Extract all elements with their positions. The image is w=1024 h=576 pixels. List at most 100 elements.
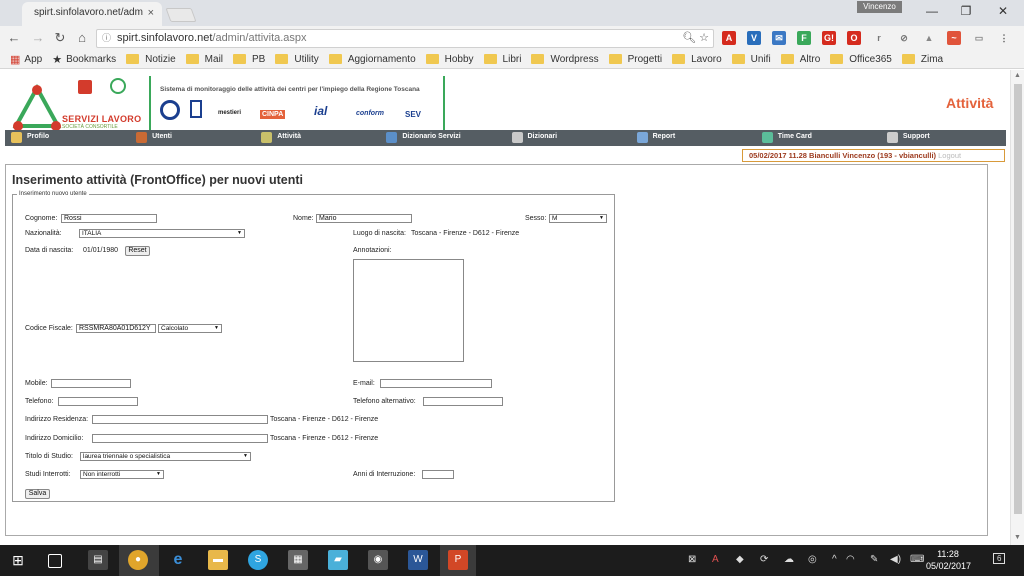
bookmark-pb[interactable]: PB xyxy=(233,54,265,65)
menu-item-dizionari[interactable]: Dizionari xyxy=(506,130,631,146)
menu-item-support[interactable]: Support xyxy=(881,130,1006,146)
f-icon[interactable]: F xyxy=(797,31,811,45)
bookmark-mail[interactable]: Mail xyxy=(185,54,223,65)
menu-icon[interactable]: ⋮ xyxy=(997,31,1011,45)
menu-item-dizionario-servizi[interactable]: Dizionario Servizi xyxy=(380,130,505,146)
tray-app-icon[interactable]: ⊠ xyxy=(688,554,696,565)
studi-interrotti-select[interactable]: Non interrotti ▼ xyxy=(80,470,164,479)
acrobat-icon[interactable]: A xyxy=(722,31,736,45)
bookmark-progetti[interactable]: Progetti xyxy=(608,54,662,65)
onedrive-icon[interactable]: ☁ xyxy=(784,554,794,565)
close-window-icon[interactable]: ✕ xyxy=(993,4,1013,18)
new-tab-button[interactable] xyxy=(165,8,197,22)
bookmark-unifi[interactable]: Unifi xyxy=(731,54,771,65)
notification-center-icon[interactable]: 6 xyxy=(993,553,1006,564)
bookmark-office365[interactable]: Office365 xyxy=(830,54,892,65)
bookmark-lavoro[interactable]: Lavoro xyxy=(672,54,722,65)
system-clock[interactable]: 11:28 05/02/2017 xyxy=(926,548,971,572)
nome-input[interactable]: Mario xyxy=(316,214,412,223)
bookmark-wordpress[interactable]: Wordpress xyxy=(531,54,599,65)
menu-item-attivit-[interactable]: Attività xyxy=(255,130,380,146)
back-icon[interactable]: ← xyxy=(6,30,22,46)
cart-icon[interactable]: ✉ xyxy=(772,31,786,45)
pen-icon[interactable]: ✎ xyxy=(870,554,878,565)
calculator-icon[interactable]: ▦ xyxy=(288,550,308,570)
eye-tray-icon[interactable]: ◎ xyxy=(808,554,817,565)
opera-icon[interactable]: O xyxy=(847,31,861,45)
tray-up-arrow-icon[interactable]: ^ xyxy=(832,554,837,565)
codice-fiscale-input[interactable]: RSSMRA80A01D612Y xyxy=(76,324,156,333)
scrollbar-thumb[interactable] xyxy=(1014,84,1022,514)
windows-start-icon[interactable]: ⊞ xyxy=(8,550,28,570)
minimize-icon[interactable]: — xyxy=(922,4,942,18)
powerpoint-icon[interactable]: P xyxy=(448,550,468,570)
skype-icon[interactable]: S xyxy=(248,550,268,570)
r-icon[interactable]: r xyxy=(872,31,886,45)
email-input[interactable] xyxy=(380,379,492,388)
acrobat-tray-icon[interactable]: A xyxy=(712,554,719,565)
info-icon[interactable]: ⓘ xyxy=(102,30,111,47)
v-icon[interactable]: V xyxy=(747,31,761,45)
browser-tab-active[interactable]: spirt.sinfolavoro.net/adm × xyxy=(22,2,162,26)
titolo-studio-select[interactable]: laurea triennale o specialistica ▼ xyxy=(80,452,251,461)
bookmark-star-icon[interactable]: ☆ xyxy=(699,32,709,44)
zoom-icon[interactable]: 🔍︎ xyxy=(682,32,696,44)
profile-badge[interactable]: Vincenzo xyxy=(857,1,902,13)
codice-fiscale-mode-select[interactable]: Calcolato ▼ xyxy=(158,324,222,333)
page-scrollbar[interactable]: ▲ ▼ xyxy=(1010,70,1024,545)
edge-icon[interactable]: e xyxy=(168,550,188,570)
notes-icon[interactable]: ▰ xyxy=(328,550,348,570)
telefono-input[interactable] xyxy=(58,397,138,406)
residenza-input[interactable] xyxy=(92,415,268,424)
bookmark-altro[interactable]: Altro xyxy=(780,54,820,65)
bookmark-hobby[interactable]: Hobby xyxy=(425,54,474,65)
menu-item-report[interactable]: Report xyxy=(631,130,756,146)
anni-interruzione-input[interactable] xyxy=(422,470,454,479)
menu-item-label: Time Card xyxy=(777,133,812,140)
bookmark-notizie[interactable]: Notizie xyxy=(126,54,176,65)
forward-icon[interactable]: → xyxy=(30,30,46,46)
domicilio-input[interactable] xyxy=(92,434,268,443)
volume-icon[interactable]: ◀) xyxy=(890,554,901,565)
scroll-up-icon[interactable]: ▲ xyxy=(1014,72,1021,79)
nazionalita-select[interactable]: ITALIA ▼ xyxy=(79,229,245,238)
bookmark-aggiornamento[interactable]: Aggiornamento xyxy=(328,54,416,65)
cognome-input[interactable]: Rossi xyxy=(61,214,157,223)
bookmark-libri[interactable]: Libri xyxy=(483,54,521,65)
reset-button[interactable]: Reset xyxy=(125,246,150,256)
restore-icon[interactable]: ❐ xyxy=(956,4,976,18)
word-icon[interactable]: W xyxy=(408,550,428,570)
bookmark-bookmarks[interactable]: ★ Bookmarks xyxy=(52,53,116,66)
menu-item-time-card[interactable]: Time Card xyxy=(756,130,881,146)
bookmark-app[interactable]: ▦ App xyxy=(10,53,42,66)
dropbox-icon[interactable]: ◆ xyxy=(736,554,744,565)
file-explorer-icon[interactable]: ▬ xyxy=(208,550,228,570)
chrome-icon[interactable]: ● xyxy=(128,550,148,570)
home-icon[interactable]: ⌂ xyxy=(74,30,90,46)
reload-icon[interactable]: ↻ xyxy=(52,30,68,46)
triangle-icon[interactable]: ▲ xyxy=(922,31,936,45)
eye-off-icon[interactable]: ⊘ xyxy=(897,31,911,45)
cast-icon[interactable]: ▭ xyxy=(972,31,986,45)
address-bar[interactable]: ⓘ spirt.sinfolavoro.net/admin/attivita.a… xyxy=(96,29,714,48)
g-icon[interactable]: G! xyxy=(822,31,836,45)
task-view-icon[interactable] xyxy=(48,554,62,568)
bookmark-zima[interactable]: Zima xyxy=(901,54,943,65)
tab-close-icon[interactable]: × xyxy=(148,2,154,24)
bookmark-utility[interactable]: Utility xyxy=(275,54,319,65)
logout-link[interactable]: Logout xyxy=(938,151,961,160)
wifi-icon[interactable]: ◠ xyxy=(846,554,855,565)
scroll-down-icon[interactable]: ▼ xyxy=(1014,534,1021,541)
telefono-alt-input[interactable] xyxy=(423,397,503,406)
keyboard-icon[interactable]: ⌨ xyxy=(910,554,924,565)
menu-item-utenti[interactable]: Utenti xyxy=(130,130,255,146)
menu-item-profilo[interactable]: Profilo xyxy=(5,130,130,146)
tray-sync-icon[interactable]: ⟳ xyxy=(760,554,768,565)
store-icon[interactable]: ▤ xyxy=(88,550,108,570)
salva-button[interactable]: Salva xyxy=(25,489,50,499)
wave-icon[interactable]: ~ xyxy=(947,31,961,45)
sesso-select[interactable]: M ▼ xyxy=(549,214,607,223)
camera-icon[interactable]: ◉ xyxy=(368,550,388,570)
annotazioni-textarea[interactable] xyxy=(353,259,464,362)
mobile-input[interactable] xyxy=(51,379,131,388)
